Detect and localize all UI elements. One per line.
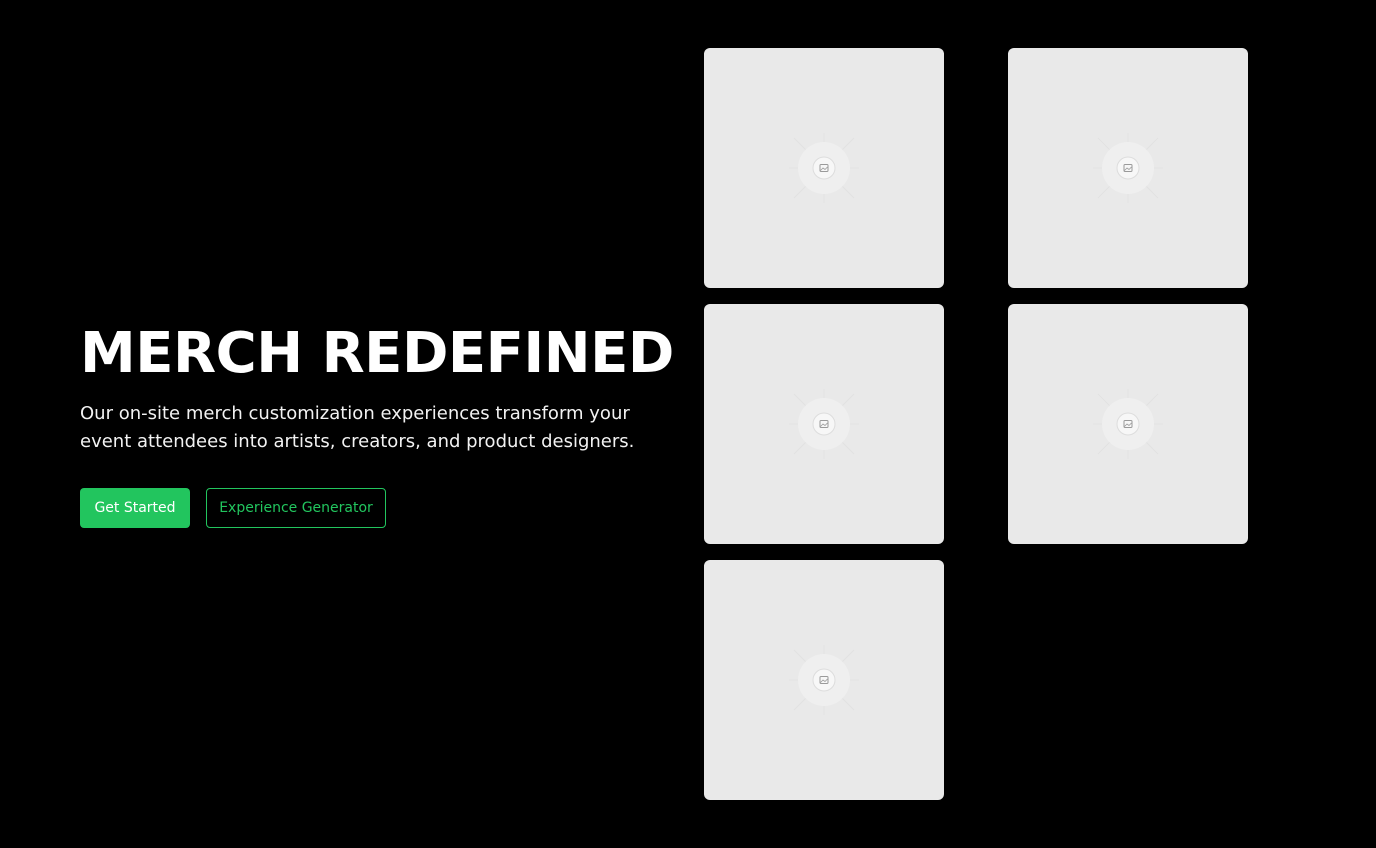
page: MERCH REDEFINED Our on-site merch custom… [0,0,1376,848]
image-placeholder-icon [1093,389,1163,459]
image-placeholder-icon [1093,133,1163,203]
gallery-tile [1008,304,1248,544]
gallery-tile [1008,48,1248,288]
image-placeholder-icon [789,389,859,459]
gallery-tile [704,560,944,800]
hero-section: MERCH REDEFINED Our on-site merch custom… [80,322,680,528]
experience-generator-button[interactable]: Experience Generator [206,488,386,528]
image-placeholder-icon [789,645,859,715]
get-started-button[interactable]: Get Started [80,488,190,528]
cta-row: Get Started Experience Generator [80,488,680,528]
gallery-tile [704,304,944,544]
gallery-tile [704,48,944,288]
hero-subtitle: Our on-site merch customization experien… [80,403,635,452]
image-placeholder-icon [789,133,859,203]
hero-title: MERCH REDEFINED [80,321,674,386]
